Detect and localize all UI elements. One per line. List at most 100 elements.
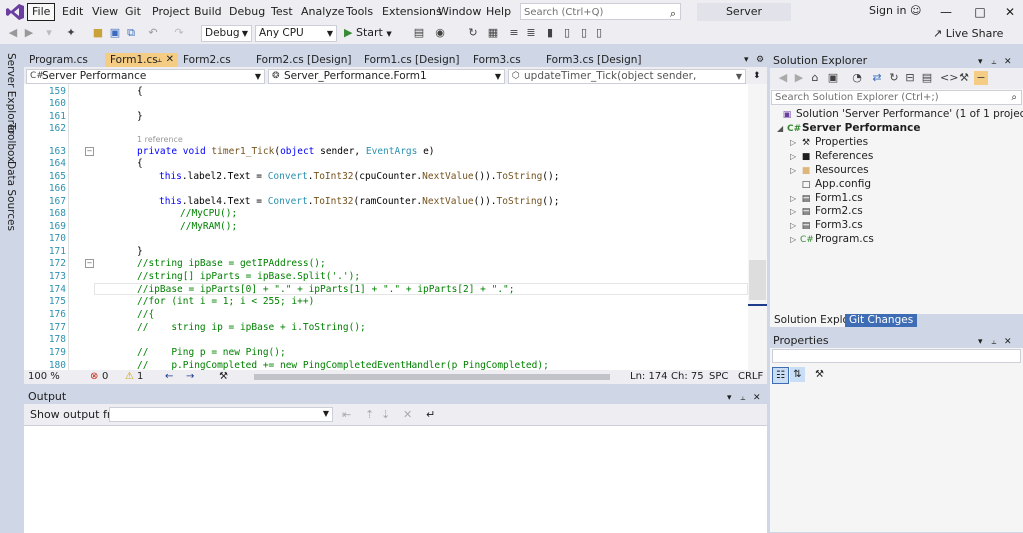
pin-icon[interactable]: ⫠ (157, 53, 162, 67)
collapsed-icon[interactable]: ▷ (790, 136, 800, 149)
menu-project[interactable]: Project (148, 4, 194, 20)
code-editor[interactable]: 159 { 160 161 } 162 1 reference 163 − pr… (24, 84, 748, 370)
prev-bookmark-icon[interactable]: ▯ (560, 26, 574, 40)
tree-item-form1[interactable]: ▷ ▤ Form1.cs (790, 192, 863, 206)
zoom-level[interactable]: 100 % (28, 370, 60, 384)
collapsed-icon[interactable]: ▷ (790, 150, 800, 163)
uncomment-icon[interactable]: ≣ (524, 26, 538, 40)
close-window-icon[interactable]: ✕ (995, 2, 1023, 22)
view-code-icon[interactable]: <> (940, 71, 958, 85)
menu-git[interactable]: Git (121, 4, 145, 20)
tab-form3-cs[interactable]: Form3.cs (468, 53, 540, 67)
open-folder-icon[interactable]: ■ (91, 26, 105, 40)
scrollbar-thumb[interactable] (749, 260, 766, 300)
start-button[interactable]: ▶ Start ▼ (344, 26, 392, 39)
switch-views-icon[interactable]: ▣ (826, 71, 840, 85)
code-line[interactable]: // string ip = ipBase + i.ToString(); (137, 322, 366, 333)
tree-project[interactable]: ◢ C#Server Performance (777, 122, 920, 136)
tree-item-form2[interactable]: ▷ ▤ Form2.cs (790, 205, 863, 219)
menu-analyze[interactable]: Analyze (297, 4, 348, 20)
visual-studio-logo-icon[interactable] (6, 4, 24, 20)
collapsed-icon[interactable]: ▷ (790, 164, 800, 177)
data-sources-tab[interactable]: Data Sources (5, 161, 17, 231)
nav-forward-icon[interactable]: → (186, 370, 194, 384)
tab-form1-design[interactable]: Form1.cs [Design] (359, 53, 466, 67)
alphabetical-icon[interactable]: ⇅ (790, 367, 805, 382)
platform-select[interactable]: Any CPU ▼ (255, 25, 337, 42)
menu-build[interactable]: Build (190, 4, 226, 20)
line-ending-indicator[interactable]: CRLF (738, 370, 763, 384)
nav-back-icon[interactable]: ← (165, 370, 173, 384)
code-line[interactable]: { (137, 86, 143, 97)
cleanup-icon[interactable]: ⚒ (219, 370, 228, 384)
search-input[interactable]: Search (Ctrl+Q) ⌕ (520, 3, 681, 20)
preview-selected-icon[interactable]: − (974, 71, 988, 85)
code-line[interactable]: //MyRAM(); (180, 221, 237, 232)
solution-explorer-search[interactable]: Search Solution Explorer (Ctrl+;) ⌕ (771, 90, 1022, 105)
code-line[interactable]: private void timer1_Tick(object sender, … (137, 146, 435, 157)
whitespace-indicator[interactable]: SPC (709, 370, 728, 384)
bookmark-icon[interactable]: ▮ (543, 26, 557, 40)
back-icon[interactable]: ◀ (6, 26, 20, 40)
menu-tools[interactable]: Tools (342, 4, 377, 20)
split-window-icon[interactable]: ⬍ (753, 71, 761, 81)
tree-item-references[interactable]: ▷ ■ References (790, 150, 873, 164)
member-dropdown[interactable]: ⬡updateTimer_Tick(object sender, EventAr… (508, 69, 746, 95)
code-line[interactable]: //string[] ipParts = ipBase.Split('.'); (137, 271, 360, 282)
code-line[interactable]: //ipBase = ipParts[0] + "." + ipParts[1]… (137, 284, 515, 295)
next-bookmark-icon[interactable]: ▯ (577, 26, 591, 40)
warning-count[interactable]: 1 (137, 370, 143, 384)
properties-object-select[interactable] (772, 349, 1021, 363)
browser-link-icon[interactable]: ▤ (412, 26, 426, 40)
save-icon[interactable]: ▣ (108, 26, 122, 40)
collapsed-icon[interactable]: ▷ (790, 205, 800, 218)
step-icon[interactable]: ▦ (486, 26, 500, 40)
collapse-all-icon[interactable]: ⊟ (903, 71, 917, 85)
next-message-icon[interactable]: ⇣ (381, 408, 390, 421)
tab-overflow-icon[interactable]: ▾ (744, 55, 749, 65)
hot-reload-icon[interactable]: ↻ (466, 26, 480, 40)
tab-program-cs[interactable]: Program.cs (24, 53, 104, 67)
refresh-icon[interactable]: ↻ (887, 71, 901, 85)
menu-edit[interactable]: Edit (58, 4, 87, 20)
expanded-icon[interactable]: ◢ (777, 122, 787, 135)
code-line[interactable]: // p.PingCompleted += new PingCompletedE… (137, 360, 549, 370)
redo-icon[interactable]: ↷ (172, 26, 186, 40)
sync-icon[interactable]: ⇄ (870, 71, 884, 85)
tree-item-app-config[interactable]: □ App.config (800, 178, 871, 192)
error-count[interactable]: 0 (102, 370, 108, 384)
tree-solution[interactable]: ▣ Solution 'Server Performance' (1 of 1 p… (781, 108, 1023, 122)
camera-icon[interactable]: ◉ (433, 26, 447, 40)
toolbox-tab[interactable]: Toolbox (5, 123, 17, 162)
tree-item-resources[interactable]: ▷ ■ Resources (790, 164, 869, 178)
code-line[interactable]: //string ipBase = getIPAddress(); (137, 258, 326, 269)
menu-test[interactable]: Test (267, 4, 297, 20)
find-message-icon[interactable]: ⇤ (342, 408, 351, 421)
collapsed-icon[interactable]: ▷ (790, 192, 800, 205)
save-all-icon[interactable]: ⧉ (124, 26, 138, 40)
code-line[interactable]: } (137, 111, 143, 122)
show-all-files-icon[interactable]: ▤ (920, 71, 934, 85)
sign-in-link[interactable]: Sign in ☺ (869, 4, 922, 17)
code-line[interactable]: //MyCPU(); (180, 208, 237, 219)
back-icon[interactable]: ◀ (776, 71, 790, 85)
forward-icon[interactable]: ▶ (792, 71, 806, 85)
code-line[interactable]: //{ (137, 309, 154, 320)
tree-item-properties[interactable]: ▷ ⚒ Properties (790, 136, 868, 150)
tab-git-changes[interactable]: Git Changes (845, 314, 918, 327)
properties-wrench-icon[interactable]: ⚒ (957, 71, 971, 85)
word-wrap-icon[interactable]: ↵ (426, 408, 435, 421)
home-icon[interactable]: ⌂ (808, 71, 822, 85)
code-line[interactable]: //for (int i = 1; i < 255; i++) (137, 296, 314, 307)
warning-icon[interactable]: ⚠ (125, 370, 134, 384)
output-text-area[interactable] (24, 425, 767, 533)
comment-icon[interactable]: ≡ (507, 26, 521, 40)
configuration-select[interactable]: Debug ▼ (201, 25, 252, 42)
code-line[interactable]: this.label4.Text = Convert.ToInt32(ramCo… (159, 196, 559, 207)
code-line[interactable]: this.label2.Text = Convert.ToInt32(cpuCo… (159, 171, 559, 182)
forward-icon[interactable]: ▶ (22, 26, 36, 40)
menu-window[interactable]: Window (434, 4, 485, 20)
settings-gear-icon[interactable]: ⚙ (756, 55, 764, 65)
menu-view[interactable]: View (88, 4, 122, 20)
minimize-icon[interactable]: — (931, 2, 961, 22)
